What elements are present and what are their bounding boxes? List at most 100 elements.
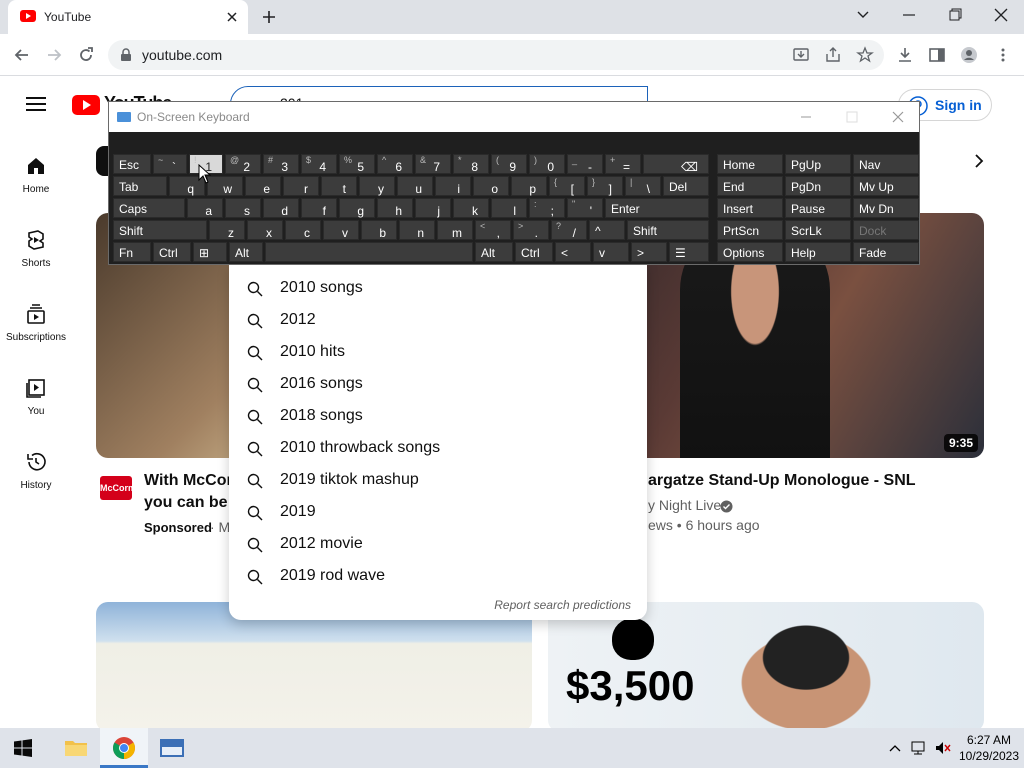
windows-start-icon[interactable] (14, 739, 32, 757)
osk-nav-key[interactable]: PrtScn (717, 220, 783, 240)
osk-nav-key[interactable]: Insert (717, 198, 783, 218)
close-tab-icon[interactable] (224, 9, 240, 25)
show-hidden-icons-icon[interactable] (888, 742, 902, 754)
osk-key[interactable]: @2 (225, 154, 261, 174)
osk-key[interactable]: #3 (263, 154, 299, 174)
share-icon[interactable] (824, 46, 842, 64)
osk-key[interactable]: d (263, 198, 299, 218)
osk-key[interactable]: Ctrl (153, 242, 191, 262)
search-suggestion-item[interactable]: 2019 (229, 496, 647, 528)
search-suggestion-item[interactable]: 2012 (229, 304, 647, 336)
osk-key[interactable]: Tab (113, 176, 167, 196)
osk-nav-key[interactable]: Pause (785, 198, 851, 218)
osk-nav-key[interactable]: Options (717, 242, 783, 262)
osk-key[interactable]: s (225, 198, 261, 218)
new-tab-icon[interactable] (260, 8, 278, 26)
rail-item-you[interactable]: You (0, 376, 72, 417)
network-icon[interactable] (910, 740, 928, 756)
osk-key[interactable]: a (187, 198, 223, 218)
osk-key[interactable]: ⊞ (193, 242, 227, 262)
forward-arrow-icon[interactable] (44, 45, 64, 65)
osk-key[interactable] (265, 242, 473, 262)
osk-key[interactable]: ^ (589, 220, 625, 240)
install-icon[interactable] (792, 46, 810, 64)
lock-icon[interactable] (120, 48, 132, 62)
osk-key[interactable]: j (415, 198, 451, 218)
osk-nav-key[interactable]: PgUp (785, 154, 851, 174)
rail-item-home[interactable]: Home (0, 154, 72, 195)
osk-key[interactable]: Alt (475, 242, 513, 262)
tab-search-chevron-icon[interactable] (852, 6, 874, 24)
osk-key[interactable]: Shift (627, 220, 709, 240)
osk-nav-key[interactable]: Mv Dn (853, 198, 919, 218)
osk-key[interactable]: " ' (567, 198, 603, 218)
search-suggestion-item[interactable]: 2012 movie (229, 528, 647, 560)
osk-key[interactable]: y (359, 176, 395, 196)
osk-key[interactable]: & 7 (415, 154, 451, 174)
taskbar-osk[interactable] (148, 728, 196, 768)
rail-item-shorts[interactable]: Shorts (0, 228, 72, 269)
osk-key[interactable]: c (285, 220, 321, 240)
osk-key[interactable]: + = (605, 154, 641, 174)
osk-title-bar[interactable]: On-Screen Keyboard (109, 102, 919, 132)
osk-nav-key[interactable]: Fade (853, 242, 919, 262)
osk-key[interactable]: :; (529, 198, 565, 218)
osk-nav-key[interactable]: ScrLk (785, 220, 851, 240)
osk-minimize-icon[interactable] (799, 110, 813, 124)
search-suggestion-item[interactable]: 2010 hits (229, 336, 647, 368)
hamburger-menu-icon[interactable] (26, 96, 46, 112)
osk-key[interactable]: * 8 (453, 154, 489, 174)
video-thumbnail-house[interactable] (96, 602, 532, 732)
osk-nav-key[interactable]: Mv Up (853, 176, 919, 196)
volume-muted-icon[interactable] (934, 740, 952, 756)
osk-key[interactable]: e (245, 176, 281, 196)
osk-key[interactable]: > (631, 242, 667, 262)
video-title-line2[interactable]: you can be s (144, 494, 241, 512)
downloads-icon[interactable] (896, 46, 914, 64)
osk-key[interactable]: ☰ (669, 242, 709, 262)
search-suggestion-item[interactable]: 2016 songs (229, 368, 647, 400)
osk-key[interactable]: r (283, 176, 319, 196)
osk-key[interactable]: Enter (605, 198, 709, 218)
osk-key[interactable]: < (555, 242, 591, 262)
osk-key[interactable]: x (247, 220, 283, 240)
osk-key[interactable]: Ctrl (515, 242, 553, 262)
channel-name[interactable]: y Night Live (648, 497, 721, 513)
osk-key[interactable]: v (593, 242, 629, 262)
channel-avatar-mccormick[interactable]: McCormick (100, 476, 149, 500)
osk-key[interactable]: ? / (551, 220, 587, 240)
osk-key[interactable]: u (397, 176, 433, 196)
osk-key[interactable]: v (323, 220, 359, 240)
osk-key[interactable]: ) 0 (529, 154, 565, 174)
osk-key[interactable]: z (209, 220, 245, 240)
taskbar-chrome[interactable] (100, 728, 148, 768)
osk-key[interactable]: ^ 6 (377, 154, 413, 174)
osk-key[interactable]: k (453, 198, 489, 218)
back-arrow-icon[interactable] (12, 45, 32, 65)
osk-nav-key[interactable]: Help (785, 242, 851, 262)
search-suggestion-item[interactable]: 2018 songs (229, 400, 647, 432)
url-text[interactable]: youtube.com (142, 47, 222, 63)
search-suggestion-item[interactable]: 2010 songs (229, 272, 647, 304)
osk-key[interactable]: ~ ` (153, 154, 187, 174)
osk-nav-key[interactable]: Dock (853, 220, 919, 240)
osk-key[interactable]: >. (513, 220, 549, 240)
osk-key[interactable]: b (361, 220, 397, 240)
chrome-menu-icon[interactable] (994, 46, 1012, 64)
osk-nav-key[interactable]: PgDn (785, 176, 851, 196)
osk-key[interactable]: % 5 (339, 154, 375, 174)
osk-key[interactable]: g (339, 198, 375, 218)
bookmark-star-icon[interactable] (856, 46, 874, 64)
osk-nav-key[interactable]: Home (717, 154, 783, 174)
side-panel-icon[interactable] (928, 46, 946, 64)
osk-key[interactable]: Fn (113, 242, 151, 262)
osk-key[interactable]: <, (475, 220, 511, 240)
taskbar-file-explorer[interactable] (52, 728, 100, 768)
chevron-right-icon[interactable] (970, 152, 988, 170)
report-search-predictions-link[interactable]: Report search predictions (494, 598, 631, 612)
tab-youtube[interactable]: YouTube (8, 0, 248, 34)
osk-key[interactable]: ⌫ (643, 154, 709, 174)
osk-key[interactable]: o (473, 176, 509, 196)
rail-item-subscriptions[interactable]: Subscriptions (0, 302, 72, 343)
restore-icon[interactable] (944, 6, 966, 24)
